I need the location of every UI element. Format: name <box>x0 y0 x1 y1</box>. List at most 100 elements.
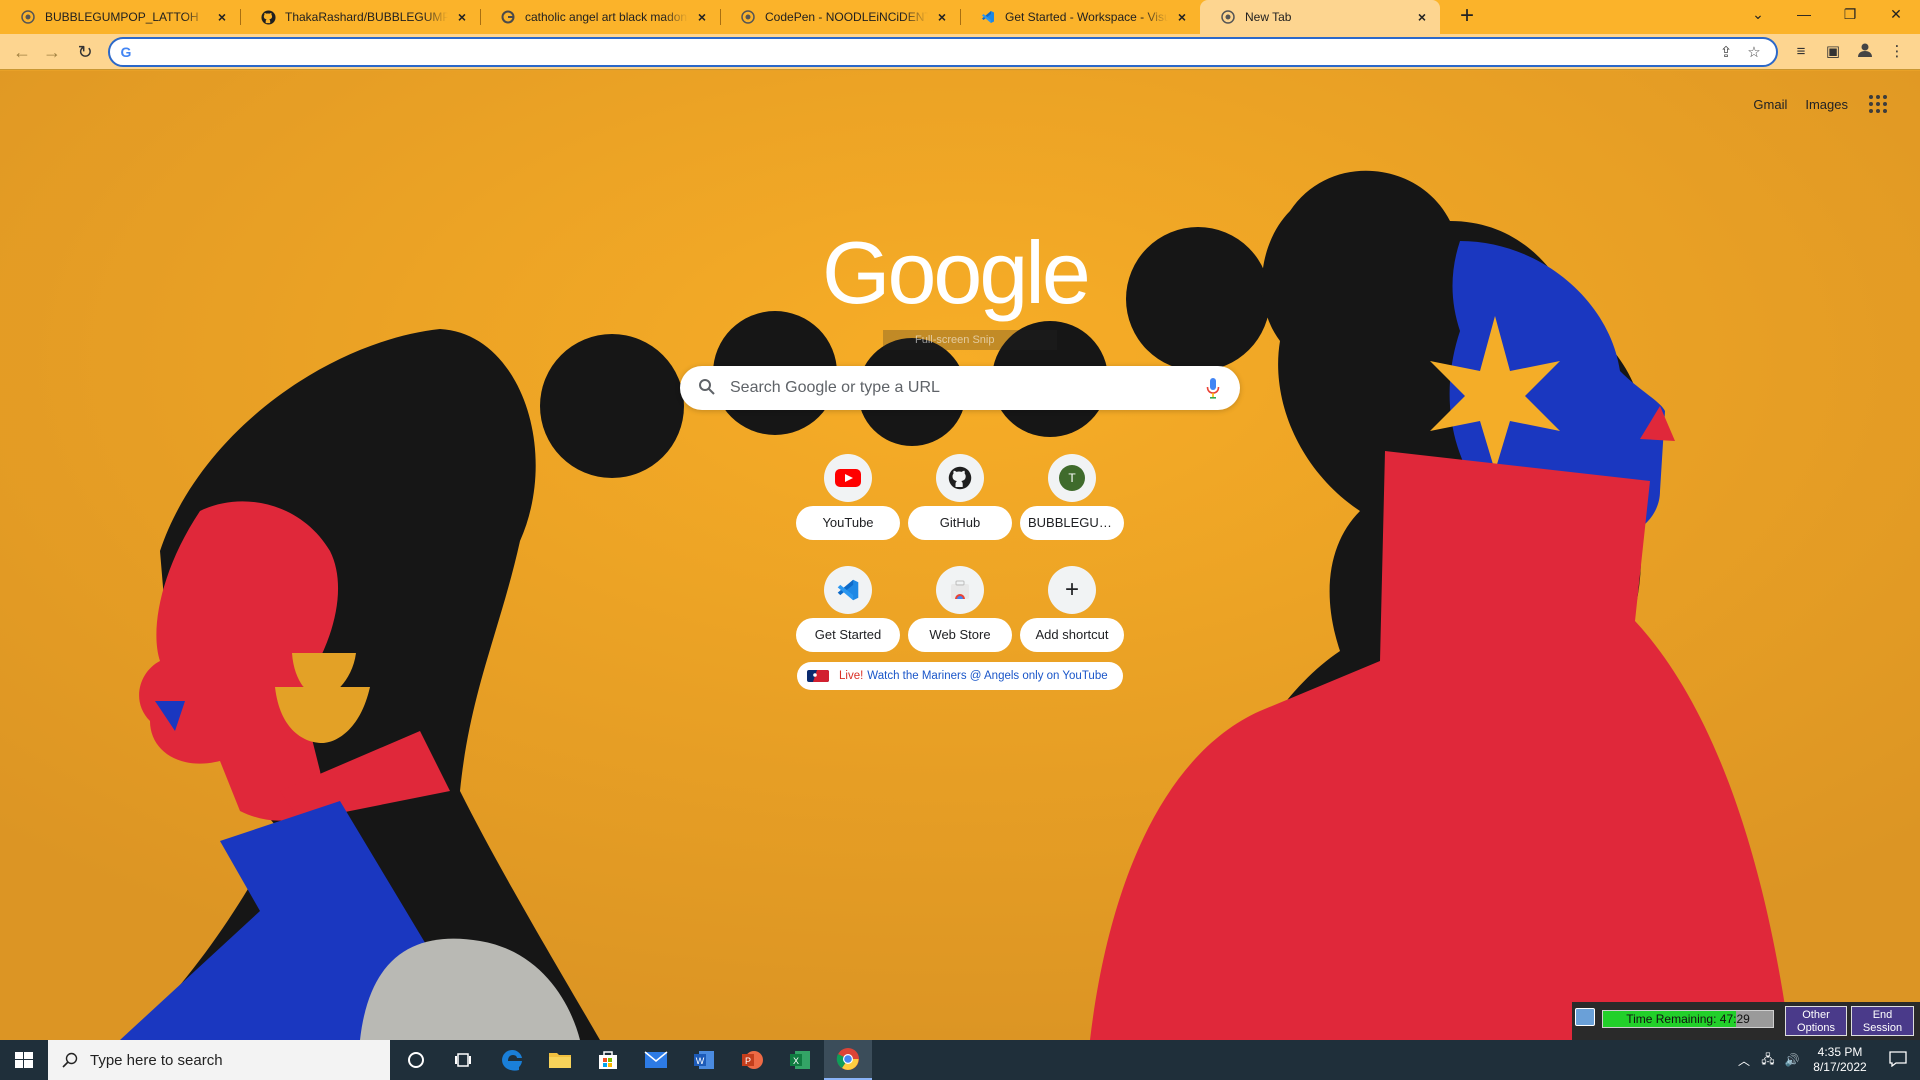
end-session-button[interactable]: End Session <box>1851 1006 1914 1036</box>
github-icon <box>936 454 984 502</box>
search-icon <box>699 379 715 395</box>
excel-icon[interactable]: X <box>776 1040 824 1080</box>
session-app-icon <box>1575 1008 1595 1026</box>
powerpoint-icon[interactable]: P <box>728 1040 776 1080</box>
promo-live-badge: Live! <box>839 670 864 682</box>
tab-close-icon[interactable]: × <box>1414 9 1430 25</box>
taskbar-search-box[interactable] <box>48 1040 390 1080</box>
chrome-page-icon <box>1220 9 1236 25</box>
gmail-link[interactable]: Gmail <box>1753 97 1787 112</box>
letter-avatar: T <box>1059 465 1085 491</box>
shortcut-label: Add shortcut <box>1020 618 1124 652</box>
microsoft-store-icon[interactable] <box>584 1040 632 1080</box>
promo-text: Watch the Mariners @ Angels only on YouT… <box>867 670 1108 682</box>
clock-date: 8/17/2022 <box>1813 1060 1867 1074</box>
tab-close-icon[interactable]: × <box>934 9 950 25</box>
address-input[interactable] <box>140 42 1700 62</box>
clock[interactable]: 4:35 PM 8/17/2022 <box>1804 1045 1876 1075</box>
forward-button[interactable]: → <box>39 39 65 65</box>
reload-button[interactable]: ↻ <box>72 39 98 65</box>
images-link[interactable]: Images <box>1805 97 1848 112</box>
time-remaining-bar: Time Remaining: 47:29 <box>1602 1010 1774 1028</box>
tab-title: BUBBLEGUMPOP_LATTOH <box>45 10 199 24</box>
other-options-button[interactable]: Other Options <box>1785 1006 1847 1036</box>
chrome-menu-icon[interactable]: ⋮ <box>1885 41 1909 65</box>
windows-logo-icon <box>15 1052 33 1068</box>
time-remaining-label: Time Remaining: 47:29 <box>1626 1012 1750 1026</box>
snip-overlay-hint: Full-screen Snip <box>883 330 1057 350</box>
tab-strip: BUBBLEGUMPOP_LATTOH × ThakaRashard/BUBBL… <box>0 0 1920 34</box>
mlb-logo-icon <box>807 670 829 682</box>
notifications-icon[interactable] <box>1876 1050 1920 1070</box>
shortcut-get-started[interactable]: Get Started <box>796 556 900 660</box>
tab-title: ThakaRashard/BUBBLEGUMPOP_LATTOH <box>285 10 448 24</box>
tab-title: New Tab <box>1245 10 1292 24</box>
bookmark-star-icon[interactable]: ☆ <box>1744 43 1764 63</box>
new-tab-button[interactable]: + <box>1453 3 1481 31</box>
mail-icon[interactable] <box>632 1040 680 1080</box>
tab-close-icon[interactable]: × <box>454 9 470 25</box>
shortcut-github[interactable]: GitHub <box>908 444 1012 548</box>
tab-new-tab[interactable]: New Tab × <box>1200 0 1440 34</box>
shortcut-label: YouTube <box>796 506 900 540</box>
minimize-button[interactable]: — <box>1781 0 1827 30</box>
tab-close-icon[interactable]: × <box>214 9 230 25</box>
tab-codepen[interactable]: CodePen - NOODLEiNCiDENT CE × <box>720 0 960 34</box>
task-view-icon[interactable] <box>440 1040 488 1080</box>
chrome-taskbar-icon[interactable] <box>824 1040 872 1080</box>
microphone-icon[interactable] <box>1206 377 1220 399</box>
shortcut-web-store[interactable]: Web Store <box>908 556 1012 660</box>
network-icon[interactable]: 🖧 <box>1756 1050 1780 1071</box>
web-store-icon <box>936 566 984 614</box>
shortcut-add[interactable]: + Add shortcut <box>1020 556 1124 660</box>
reading-list-icon[interactable]: ≡ <box>1789 41 1813 65</box>
clock-time: 4:35 PM <box>1817 1045 1863 1059</box>
edge-icon[interactable] <box>488 1040 536 1080</box>
ntp-top-links: Gmail Images <box>1753 92 1890 116</box>
taskbar-search-input[interactable] <box>90 1051 380 1069</box>
tab-close-icon[interactable]: × <box>694 9 710 25</box>
tab-bubblegumpop[interactable]: BUBBLEGUMPOP_LATTOH × <box>0 0 240 34</box>
ntp-promo-link[interactable]: Live! Watch the Mariners @ Angels only o… <box>797 662 1123 690</box>
tab-vscode[interactable]: Get Started - Workspace - Visual Studio … <box>960 0 1200 34</box>
share-icon[interactable]: ⇪ <box>1716 43 1736 63</box>
start-button[interactable] <box>0 1040 48 1080</box>
address-bar[interactable]: G ⇪ ☆ <box>108 37 1778 67</box>
vscode-icon <box>980 9 996 25</box>
tab-google-search[interactable]: catholic angel art black madonna × <box>480 0 720 34</box>
windows-taskbar: W P X ︿ 🖧 🔊 4:35 PM 8/17/2022 <box>0 1040 1920 1080</box>
plus-icon: + <box>1048 566 1096 614</box>
google-logo: Google <box>822 223 1091 322</box>
shortcut-bubblegum[interactable]: T BUBBLEGUM... <box>1020 444 1124 548</box>
ntp-search-box[interactable] <box>680 366 1240 410</box>
github-icon <box>260 9 276 25</box>
tab-title: catholic angel art black madonna <box>525 10 688 24</box>
shortcut-label: GitHub <box>908 506 1012 540</box>
svg-text:P: P <box>745 1056 751 1066</box>
profile-avatar-icon[interactable] <box>1853 41 1877 65</box>
file-explorer-icon[interactable] <box>536 1040 584 1080</box>
letter-t-icon: T <box>1048 454 1096 502</box>
tab-github[interactable]: ThakaRashard/BUBBLEGUMPOP_LATTOH × <box>240 0 480 34</box>
session-timer-widget: Time Remaining: 47:29 Other Options End … <box>1572 1002 1920 1040</box>
word-icon[interactable]: W <box>680 1040 728 1080</box>
system-tray: ︿ 🖧 🔊 4:35 PM 8/17/2022 <box>1732 1040 1920 1080</box>
shortcut-label: Web Store <box>908 618 1012 652</box>
tab-search-chevron-icon[interactable]: ⌄ <box>1735 0 1781 30</box>
show-hidden-icons-chevron-icon[interactable]: ︿ <box>1732 1052 1756 1069</box>
back-button[interactable]: ← <box>9 39 35 65</box>
vscode-icon <box>824 566 872 614</box>
tab-title: Get Started - Workspace - Visual Studio … <box>1005 10 1168 24</box>
volume-icon[interactable]: 🔊 <box>1780 1053 1804 1067</box>
shortcut-youtube[interactable]: YouTube <box>796 444 900 548</box>
youtube-icon <box>824 454 872 502</box>
side-panel-icon[interactable]: ▣ <box>1821 41 1845 65</box>
google-apps-icon[interactable] <box>1866 92 1890 116</box>
codepen-icon <box>740 9 756 25</box>
restore-button[interactable]: ❐ <box>1827 0 1873 30</box>
cortana-icon[interactable] <box>392 1040 440 1080</box>
tab-close-icon[interactable]: × <box>1174 9 1190 25</box>
search-input[interactable] <box>730 378 1170 398</box>
close-window-button[interactable]: ✕ <box>1873 0 1919 30</box>
search-icon <box>62 1052 78 1068</box>
